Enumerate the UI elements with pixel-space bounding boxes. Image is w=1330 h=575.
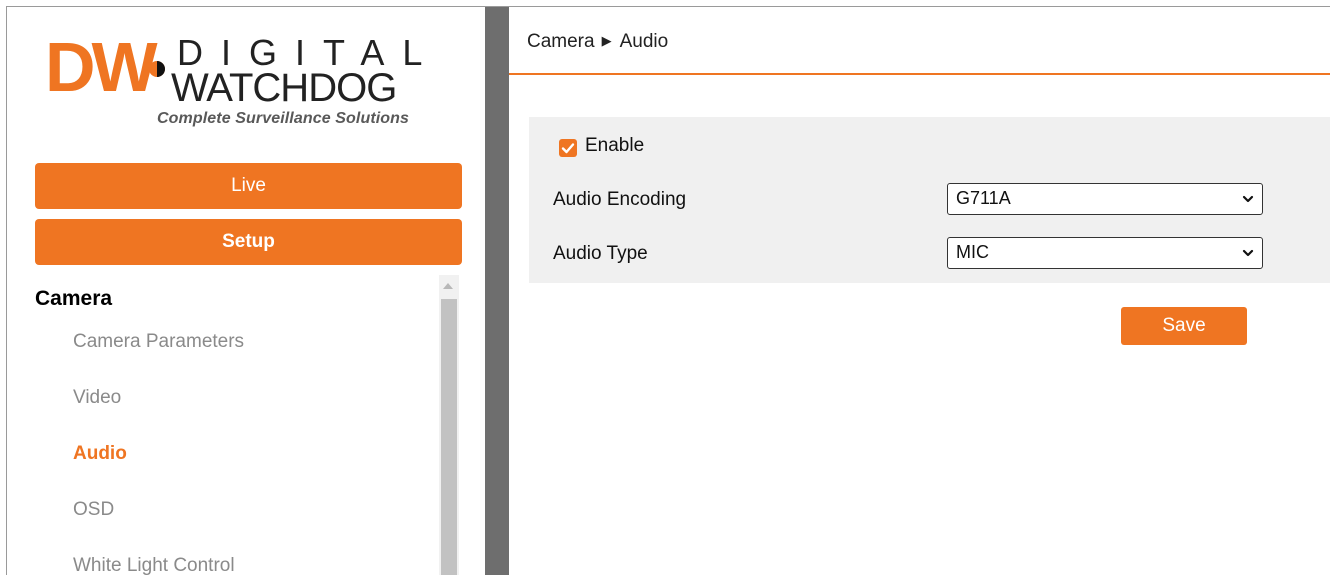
breadcrumb-underline	[509, 73, 1330, 75]
breadcrumb-page: Audio	[619, 31, 669, 52]
sidebar: DW DIGITAL WATCHDOG Complete Surveillanc…	[7, 7, 485, 575]
audio-encoding-value: G711A	[956, 188, 1011, 208]
audio-type-select[interactable]: MIC	[947, 237, 1263, 269]
setup-menu: Camera Camera Parameters Video Audio OSD…	[7, 275, 485, 575]
enable-checkbox[interactable]	[559, 139, 577, 157]
check-icon	[561, 143, 575, 154]
scroll-up-arrow-icon[interactable]	[443, 283, 453, 289]
chevron-down-icon	[1242, 195, 1254, 203]
menu-item-audio[interactable]: Audio	[73, 443, 127, 465]
chevron-down-icon	[1242, 249, 1254, 257]
breadcrumb: Camera ▶ Audio	[527, 31, 668, 53]
menu-item-white-light-control[interactable]: White Light Control	[73, 555, 235, 575]
breadcrumb-section: Camera	[527, 31, 595, 52]
main-content: Camera ▶ Audio Enable Audio Encoding G711A…	[509, 7, 1330, 575]
menu-item-video[interactable]: Video	[73, 387, 121, 409]
menu-heading-camera: Camera	[35, 287, 113, 310]
audio-type-label: Audio Type	[553, 243, 648, 264]
enable-label: Enable	[585, 135, 645, 156]
scroll-thumb[interactable]	[441, 299, 457, 575]
pane-divider[interactable]	[485, 7, 509, 575]
menu-item-osd[interactable]: OSD	[73, 499, 114, 521]
audio-encoding-label: Audio Encoding	[553, 189, 687, 210]
menu-scrollbar[interactable]	[439, 275, 459, 575]
breadcrumb-arrow-icon: ▶	[601, 33, 612, 48]
live-button[interactable]: Live	[35, 163, 462, 209]
logo-word-watchdog: WATCHDOG	[171, 66, 396, 110]
audio-type-value: MIC	[956, 242, 989, 262]
logo-dw-letters: DW	[45, 28, 158, 106]
app-frame: DW DIGITAL WATCHDOG Complete Surveillanc…	[6, 6, 1330, 575]
audio-encoding-select[interactable]: G711A	[947, 183, 1263, 215]
setup-button[interactable]: Setup	[35, 219, 462, 265]
tagline: Complete Surveillance Solutions	[157, 110, 410, 127]
audio-settings-panel: Enable Audio Encoding G711A Audio Type M…	[529, 117, 1330, 283]
menu-item-camera-parameters[interactable]: Camera Parameters	[73, 331, 244, 353]
save-button[interactable]: Save	[1121, 307, 1247, 345]
